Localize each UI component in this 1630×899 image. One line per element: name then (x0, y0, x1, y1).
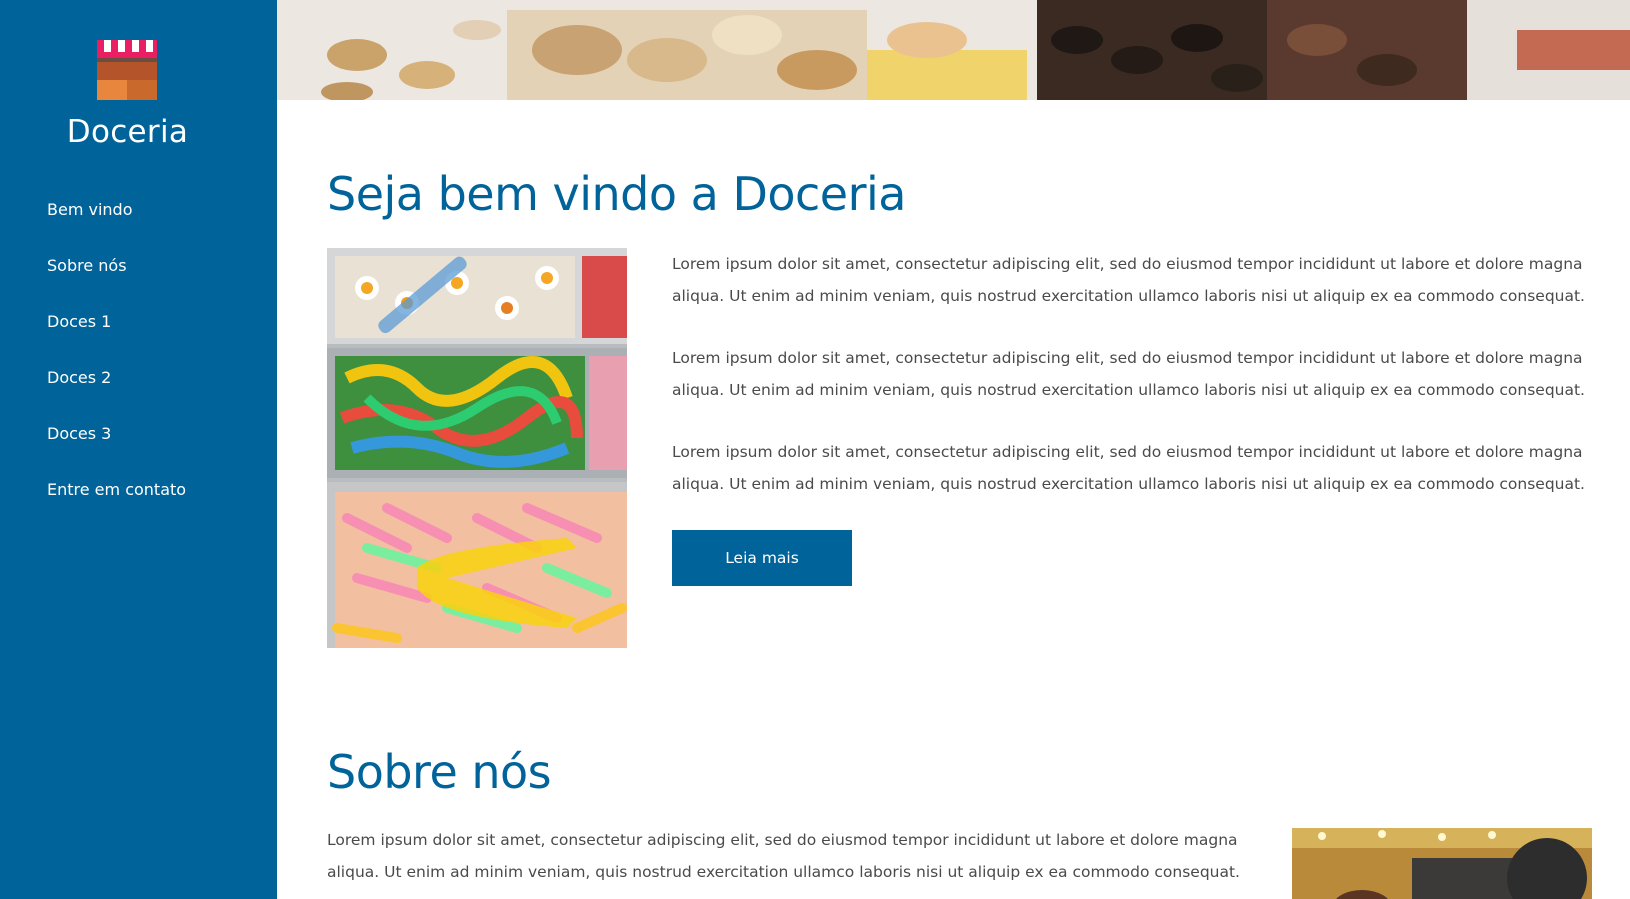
about-paragraph: Lorem ipsum dolor sit amet, consectetur … (327, 831, 1240, 881)
market-stall-icon[interactable] (97, 40, 157, 100)
hero-banner-image (277, 0, 1630, 100)
about-title: Sobre nós (327, 745, 552, 799)
nav-item-sobre-nos[interactable]: Sobre nós (47, 254, 127, 278)
nav-item-doces-1[interactable]: Doces 1 (47, 310, 111, 334)
nav-item-doces-3[interactable]: Doces 3 (47, 422, 111, 446)
welcome-title: Seja bem vindo a Doceria (327, 167, 907, 221)
nav-item-bem-vindo[interactable]: Bem vindo (47, 198, 133, 222)
candy-image (327, 248, 627, 648)
brand-name[interactable]: Doceria (0, 114, 255, 150)
sidebar: Doceria Bem vindo Sobre nós Doces 1 Doce… (0, 0, 277, 899)
welcome-paragraph-2: Lorem ipsum dolor sit amet, consectetur … (672, 349, 1585, 399)
main-content: Seja bem vindo a Doceria Lorem ipsum dol… (277, 100, 1630, 899)
nav-item-doces-2[interactable]: Doces 2 (47, 366, 111, 390)
welcome-paragraph-3: Lorem ipsum dolor sit amet, consectetur … (672, 443, 1585, 493)
sidebar-nav: Bem vindo Sobre nós Doces 1 Doces 2 Doce… (47, 198, 186, 534)
about-text: Lorem ipsum dolor sit amet, consectetur … (327, 824, 1277, 899)
welcome-paragraph-1: Lorem ipsum dolor sit amet, consectetur … (672, 255, 1585, 305)
welcome-text: Lorem ipsum dolor sit amet, consectetur … (672, 248, 1617, 530)
read-more-button[interactable]: Leia mais (672, 530, 852, 586)
nav-item-contato[interactable]: Entre em contato (47, 478, 186, 502)
about-image (1292, 828, 1592, 899)
